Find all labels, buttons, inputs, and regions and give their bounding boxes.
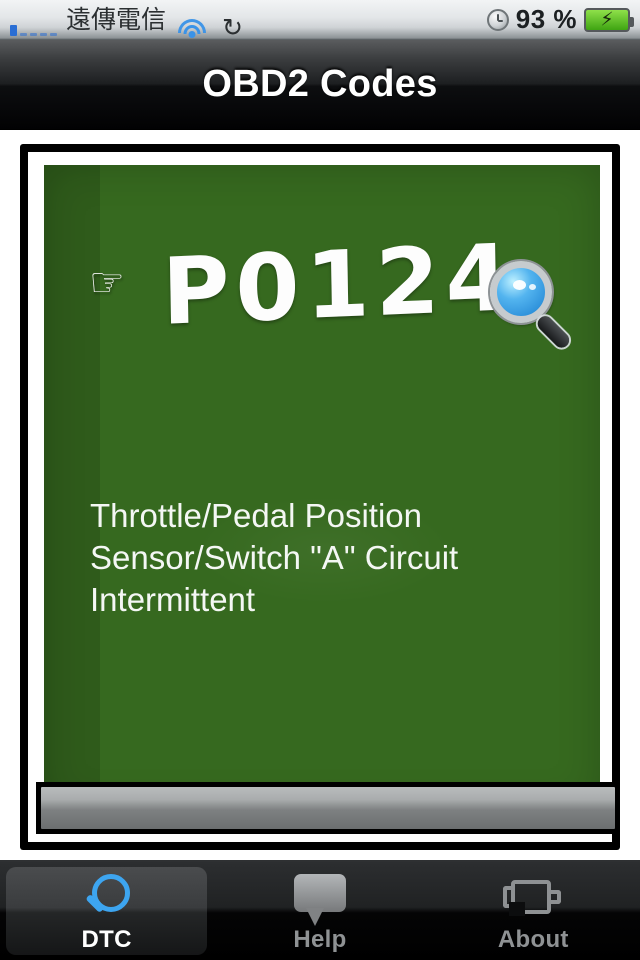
status-bar-left: 遠傳電信 ↻ xyxy=(10,0,487,40)
tab-about-label: About xyxy=(497,926,569,953)
magnifier-lens xyxy=(490,261,552,323)
status-bar-right: 93 % ⚡ xyxy=(486,4,634,35)
carrier-label: 遠傳電信 xyxy=(66,4,167,34)
status-bar: 遠傳電信 ↻ 93 % ⚡ xyxy=(0,0,640,40)
magnifier-handle xyxy=(534,313,573,351)
tab-help[interactable]: Help xyxy=(213,862,426,960)
tab-about[interactable]: About xyxy=(427,862,640,960)
magnifier-glare-large xyxy=(513,280,526,290)
tab-about-icon-slot xyxy=(427,872,640,928)
code-row: ☞ P0124 xyxy=(44,223,600,351)
nav-bar: OBD2 Codes xyxy=(0,40,640,130)
magnifier-glare-small xyxy=(529,284,536,290)
tab-dtc[interactable]: DTC xyxy=(0,862,213,960)
chalkboard-frame-inner: ☞ P0124 Throttle/Pedal Position Sensor/S… xyxy=(28,152,620,842)
tab-help-label: Help xyxy=(293,926,347,953)
chalkboard[interactable]: ☞ P0124 Throttle/Pedal Position Sensor/S… xyxy=(44,165,600,810)
charging-bolt-icon: ⚡ xyxy=(600,8,614,30)
pointing-hand-icon: ☞ xyxy=(89,260,125,306)
dtc-description: Throttle/Pedal Position Sensor/Switch "A… xyxy=(90,497,459,618)
check-engine-icon xyxy=(503,878,563,922)
magnifier-icon[interactable] xyxy=(490,261,576,351)
dtc-code: P0124 xyxy=(161,224,517,346)
battery-icon: ⚡ xyxy=(584,7,634,32)
tab-dtc-label: DTC xyxy=(81,926,132,953)
content-area: ☞ P0124 Throttle/Pedal Position Sensor/S… xyxy=(0,130,640,860)
search-icon xyxy=(80,874,134,926)
battery-percent-label: 93 % xyxy=(515,4,577,34)
page-title: OBD2 Codes xyxy=(202,63,438,105)
tab-dtc-icon-slot xyxy=(0,872,213,928)
tab-bar: DTC Help About xyxy=(0,860,640,960)
chalk-tray xyxy=(36,782,620,834)
chalkboard-frame: ☞ P0124 Throttle/Pedal Position Sensor/S… xyxy=(20,144,620,850)
clock-icon xyxy=(486,8,509,31)
tab-help-icon-slot xyxy=(213,872,426,928)
wifi-icon xyxy=(177,16,207,40)
signal-strength-icon xyxy=(10,24,57,40)
speech-bubble-icon xyxy=(293,874,346,926)
sync-icon: ↻ xyxy=(222,12,243,42)
chalk-tray-surface xyxy=(41,787,615,829)
